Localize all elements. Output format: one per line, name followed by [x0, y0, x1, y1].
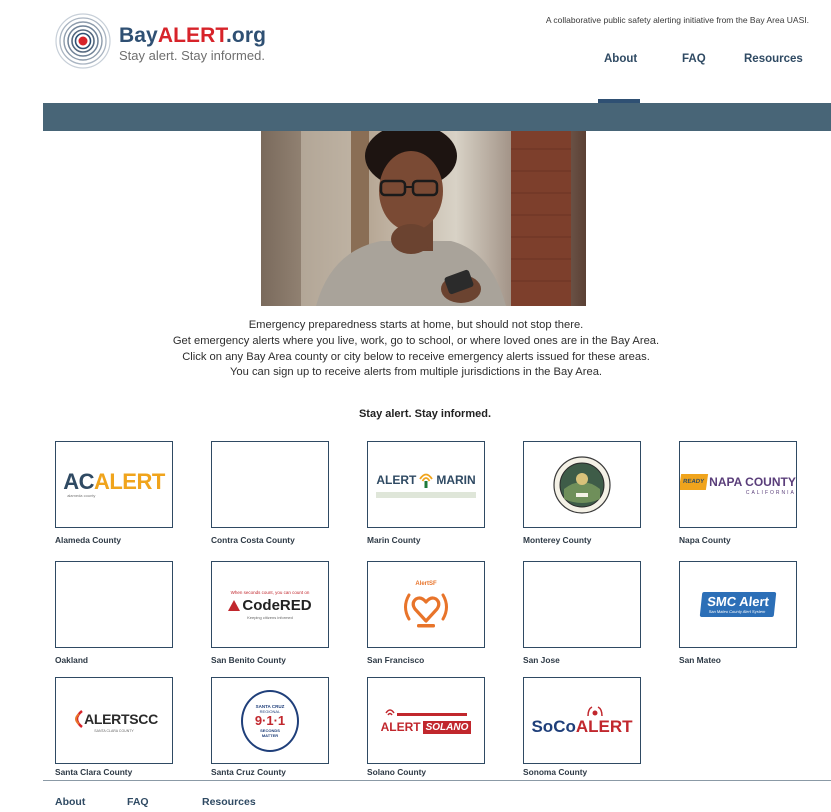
tile-san-benito-county[interactable]: When seconds count, you can count on Cod…	[211, 561, 329, 648]
footer-divider	[43, 780, 831, 781]
tile-oakland[interactable]	[55, 561, 173, 648]
napa-county-name: NAPA COUNTY	[709, 474, 796, 489]
tile-label-oakland[interactable]: Oakland	[55, 655, 88, 665]
tile-label-san-benito-county[interactable]: San Benito County	[211, 655, 286, 665]
alertscc-name: ALERTSCC	[84, 710, 158, 727]
tile-san-mateo[interactable]: SMC Alert San Mateo County Alert System	[679, 561, 797, 648]
header-banner	[43, 103, 831, 131]
tile-marin-county[interactable]: ALERT MARIN	[367, 441, 485, 528]
radar-target-icon	[55, 13, 111, 69]
soco-alert-logo: SoCoALERT	[531, 705, 633, 736]
ac-alert-logo: ACALERT alameda county	[63, 469, 165, 499]
footer-link-faq[interactable]: FAQ	[127, 796, 149, 808]
nav-faq[interactable]: FAQ	[682, 53, 706, 69]
smc-alert-sub: San Mateo County Alert System	[708, 609, 766, 614]
tile-label-monterey-county[interactable]: Monterey County	[523, 535, 591, 545]
santa-cruz-911: 9·1·1	[254, 712, 286, 728]
tile-sonoma-county[interactable]: SoCoALERT	[523, 677, 641, 764]
alertsf-logo: AlertSF	[400, 581, 452, 629]
tile-label-san-francisco[interactable]: San Francisco	[367, 655, 424, 665]
ready-badge: READY	[680, 473, 709, 490]
brand-accent: ALERT	[157, 24, 226, 47]
tile-label-solano-county[interactable]: Solano County	[367, 767, 426, 777]
tile-santa-clara-county[interactable]: ALERTSCC SANTA CLARA COUNTY	[55, 677, 173, 764]
tile-label-san-mateo[interactable]: San Mateo	[679, 655, 721, 665]
tile-solano-county[interactable]: ALERT SOLANO	[367, 677, 485, 764]
tile-label-san-jose[interactable]: San Jose	[523, 655, 560, 665]
tile-label-santa-cruz-county[interactable]: Santa Cruz County	[211, 767, 286, 777]
nav-resources[interactable]: Resources	[744, 53, 803, 69]
footer-link-resources[interactable]: Resources	[202, 796, 256, 808]
header-note: A collaborative public safety alerting i…	[545, 15, 809, 25]
tile-label-santa-clara-county[interactable]: Santa Clara County	[55, 767, 132, 777]
brand-name: BayALERT.org	[119, 24, 266, 48]
solano-top-line	[397, 713, 467, 716]
tile-napa-county[interactable]: READY NAPA COUNTY CALIFORNIA	[679, 441, 797, 528]
brand-suffix: .org	[226, 24, 267, 47]
codered-logo: When seconds count, you can count on Cod…	[228, 589, 312, 620]
tile-san-jose[interactable]	[523, 561, 641, 648]
ac-alert-prefix: AC	[63, 469, 94, 494]
codered-top: When seconds count, you can count on	[230, 589, 310, 595]
solano-signal-icon	[385, 709, 395, 716]
santa-cruz-911-logo: SANTA CRUZ REGIONAL 9·1·1 SECONDS MATTER	[241, 689, 299, 752]
intro-line: Emergency preparedness starts at home, b…	[248, 319, 584, 331]
broadcast-icon	[419, 473, 434, 488]
alertscc-arc-icon	[75, 709, 83, 728]
tile-contra-costa-county[interactable]	[211, 441, 329, 528]
codered-name: CodeRED	[242, 596, 312, 614]
section-tagline: Stay alert. Stay informed.	[358, 408, 492, 420]
alert-marin-subline	[376, 492, 476, 498]
alert-solano-left: ALERT	[380, 720, 421, 734]
soco-suffix: ALERT	[575, 716, 633, 736]
tile-label-contra-costa-county[interactable]: Contra Costa County	[211, 535, 295, 545]
intro-line: Click on any Bay Area county or city bel…	[182, 350, 650, 363]
alert-marin-logo: ALERT MARIN	[376, 471, 476, 498]
footer-link-about[interactable]: About	[55, 796, 85, 808]
smc-alert-name: SMC Alert	[706, 594, 770, 609]
intro-text: Emergency preparedness starts at home, b…	[140, 318, 692, 381]
tile-alameda-county[interactable]: ACALERT alameda county	[55, 441, 173, 528]
tile-label-napa-county[interactable]: Napa County	[679, 535, 731, 545]
brand-prefix: Bay	[119, 24, 158, 47]
alert-solano-logo: ALERT SOLANO	[381, 707, 472, 734]
alert-marin-right: MARIN	[436, 473, 476, 487]
hero-image	[261, 131, 586, 306]
alertscc-sub: SANTA CLARA COUNTY	[94, 728, 134, 733]
tile-santa-cruz-county[interactable]: SANTA CRUZ REGIONAL 9·1·1 SECONDS MATTER	[211, 677, 329, 764]
alert-marin-left: ALERT	[376, 473, 417, 487]
tile-san-francisco[interactable]: AlertSF	[367, 561, 485, 648]
soco-prefix: SoCo	[531, 716, 576, 736]
intro-line: You can sign up to receive alerts from m…	[229, 366, 603, 379]
ac-alert-sub: alameda county	[67, 493, 96, 498]
warning-triangle-icon	[228, 599, 241, 611]
santa-cruz-bot2: MATTER	[261, 732, 279, 738]
alertscc-logo: ALERTSCC SANTA CLARA COUNTY	[70, 709, 158, 733]
hero-photo-woman-phone	[261, 131, 586, 306]
monterey-seal-icon	[553, 455, 611, 514]
tile-label-alameda-county[interactable]: Alameda County	[55, 535, 121, 545]
codered-sub: Keeping citizens informed	[247, 614, 293, 620]
ready-napa-logo: READY NAPA COUNTY CALIFORNIA	[680, 473, 796, 496]
tile-label-marin-county[interactable]: Marin County	[367, 535, 421, 545]
tile-monterey-county[interactable]	[523, 441, 641, 528]
smc-alert-logo: SMC Alert San Mateo County Alert System	[699, 592, 777, 617]
nav-about[interactable]: About	[604, 53, 637, 69]
heart-broadcast-icon	[404, 593, 448, 627]
tile-label-sonoma-county[interactable]: Sonoma County	[523, 767, 587, 777]
brand-tagline: Stay alert. Stay informed.	[119, 48, 265, 63]
ac-alert-suffix: ALERT	[93, 469, 165, 494]
napa-county-sub: CALIFORNIA	[745, 489, 796, 496]
intro-line: Get emergency alerts where you live, wor…	[172, 334, 660, 347]
alert-solano-right: SOLANO	[422, 720, 472, 734]
